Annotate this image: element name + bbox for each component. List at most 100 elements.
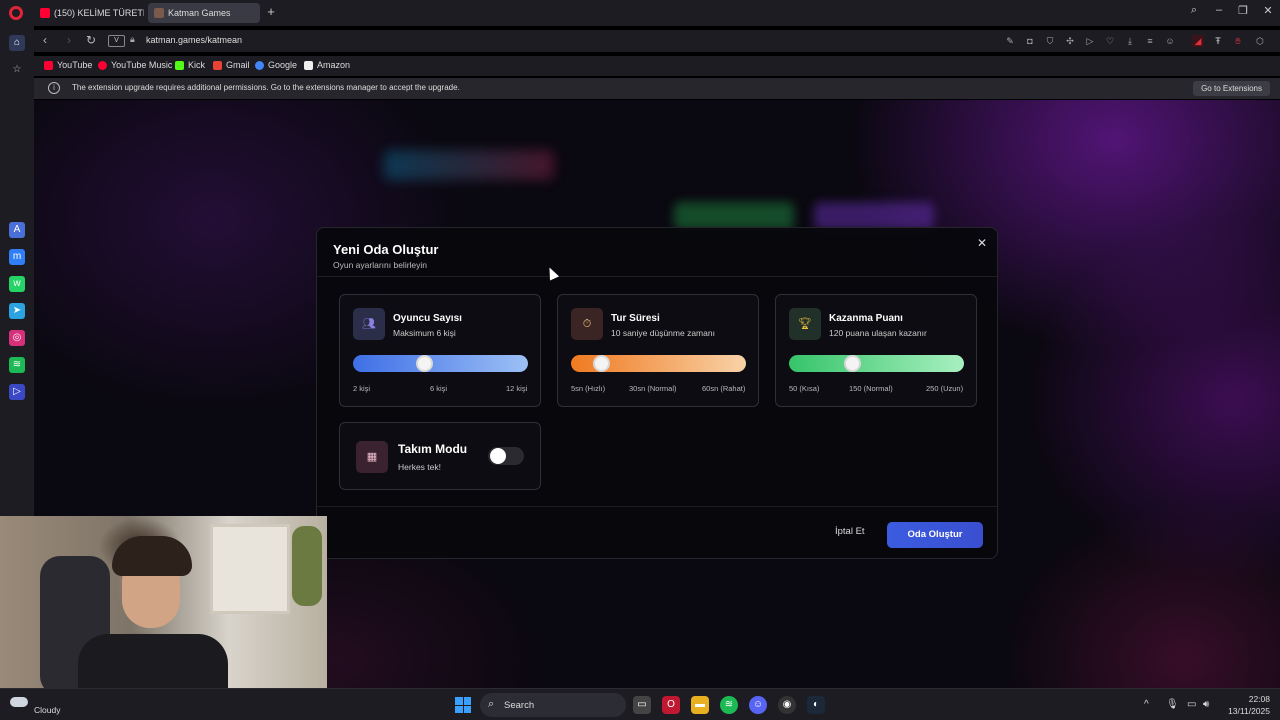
round-time-card: ⏱︎ Tur Süresi 10 saniye düşünme zamanı 5… [557,294,759,407]
youtube-icon [44,60,53,70]
spotify-icon[interactable]: ≋ [720,696,738,714]
menu-icon[interactable]: ≡ [1144,35,1156,47]
card-title: Oyuncu Sayısı [393,313,462,324]
star-icon[interactable]: ☆ [9,62,25,78]
profile-icon[interactable]: ☺ [1164,35,1176,47]
close-window-button[interactable]: ✕ [1258,4,1278,17]
network-icon[interactable]: ▭ [1187,699,1196,710]
tab-katman-games[interactable]: Katman Games [148,3,260,23]
shield-icon[interactable]: ⛉ [1044,35,1056,47]
webcam-plant [292,526,322,606]
youtube-icon [40,8,50,18]
microphone-icon[interactable]: 🎙︎ [1166,699,1179,710]
back-icon[interactable]: ‹ [38,33,52,47]
steam-icon[interactable]: ◐ [807,696,825,714]
camera-icon[interactable]: ◘ [1024,35,1036,47]
start-icon[interactable] [455,697,471,713]
volume-icon[interactable]: 🔊︎ [1203,699,1209,710]
team-icon: ▦ [356,441,388,473]
card-subtitle: 120 puana ulaşan kazanır [829,328,927,338]
new-tab-button[interactable]: + [264,5,278,19]
create-room-button[interactable]: Oda Oluştur [887,522,983,548]
search-icon: ⌕ [488,698,495,710]
ext-red-icon[interactable]: ◢ [1192,35,1204,47]
bookmark-youtube[interactable]: YouTube [44,60,92,70]
tick-label-max: 60sn (Rahat) [702,384,746,393]
bookmark-amazon[interactable]: Amazon [304,60,350,70]
weather-label[interactable]: Cloudy [34,705,60,715]
lock-icon[interactable]: 🔒︎ [130,34,135,45]
play-icon[interactable]: ▷ [1084,35,1096,47]
footer-divider [317,506,997,507]
info-message: The extension upgrade requires additiona… [72,83,460,92]
go-to-extensions-button[interactable]: Go to Extensions [1193,81,1270,96]
tick-label-max: 250 (Uzun) [926,384,964,393]
card-title: Tur Süresi [611,313,660,324]
tray-chevron-icon[interactable]: ^ [1144,699,1149,710]
extension-icon[interactable]: ✣ [1064,35,1076,47]
team-mode-title: Takım Modu [398,442,468,456]
team-mode-toggle[interactable] [488,447,524,465]
home-icon[interactable]: ⌂ [9,35,25,51]
bookmark-youtube-music[interactable]: YouTube Music [98,60,172,70]
player-count-slider[interactable] [353,355,528,372]
taskbar-search[interactable]: ⌕ Search [480,693,626,717]
telegram-icon[interactable]: ➤ [9,303,25,319]
timer-icon: ⏱︎ [571,308,603,340]
system-clock[interactable]: 22:08 13/11/2025 [1228,693,1270,717]
opera-icon[interactable]: O [662,696,680,714]
whatsapp-icon[interactable]: w [9,276,25,292]
reload-icon[interactable]: ↻ [84,33,98,47]
file-explorer-icon[interactable]: ▬ [691,696,709,714]
search-tabs-icon[interactable]: ⌕ [1184,4,1204,17]
win-score-slider[interactable] [789,355,964,372]
tick-label-mid: 150 (Normal) [849,384,893,393]
slider-handle[interactable] [593,355,611,372]
close-icon[interactable]: ✕ [975,236,989,250]
bookmark-gmail[interactable]: Gmail [213,60,250,70]
tick-label-min: 5sn (Hızlı) [571,384,606,393]
aria-icon[interactable]: A [9,222,25,238]
tab-bar: (150) KELİME TÜRETME O Katman Games + ⌕ … [0,0,1280,26]
ext-adblock-icon[interactable]: ✋︎ [1232,35,1244,47]
player-icon[interactable]: ▷ [9,384,25,400]
modal-title: Yeni Oda Oluştur [333,242,439,257]
toggle-knob [490,448,506,464]
cancel-button[interactable]: İptal Et [835,526,865,537]
tick-label-max: 12 kişi [506,384,528,393]
tab-youtube[interactable]: (150) KELİME TÜRETME O [34,3,144,23]
blurred-logo [384,150,554,180]
instagram-icon[interactable]: ◎ [9,330,25,346]
url-field[interactable]: katman.games/katmean [146,35,242,45]
task-view-icon[interactable]: ▭ [633,696,651,714]
discord-icon[interactable]: ☺ [749,696,767,714]
kick-icon [175,60,184,70]
download-icon[interactable]: ⤓ [1124,35,1136,47]
opera-logo-icon[interactable] [9,6,23,20]
spotify-icon[interactable]: ≋ [9,357,25,373]
cloud-icon[interactable] [10,697,28,707]
tick-label-mid: 30sn (Normal) [629,384,677,393]
edit-icon[interactable]: ✎ [1004,35,1016,47]
tick-label-min: 2 kişi [353,384,371,393]
vpn-badge[interactable]: V [108,35,125,47]
webcam-overlay [0,516,327,700]
webcam-hair [112,536,192,576]
bookmark-kick[interactable]: Kick [175,60,205,70]
katman-favicon [154,8,164,18]
minimize-button[interactable]: – [1209,4,1229,16]
bookmark-label: YouTube Music [111,60,173,70]
youtube-music-icon [98,60,107,70]
forward-icon[interactable]: › [62,33,76,47]
restore-button[interactable]: ❐ [1233,4,1253,17]
messenger-icon[interactable]: m [9,249,25,265]
bookmark-google[interactable]: Google [255,60,297,70]
obs-icon[interactable]: ◉ [778,696,796,714]
extensions-icon[interactable]: ⬡ [1254,35,1266,47]
bookmark-label: Amazon [317,60,351,70]
heart-icon[interactable]: ♡ [1104,35,1116,47]
webcam-window [210,524,290,614]
ext-tt-icon[interactable]: Ŧ [1212,35,1224,47]
team-mode-card: ▦ Takım Modu Herkes tek! [339,422,541,490]
tick-label-mid: 6 kişi [430,384,448,393]
